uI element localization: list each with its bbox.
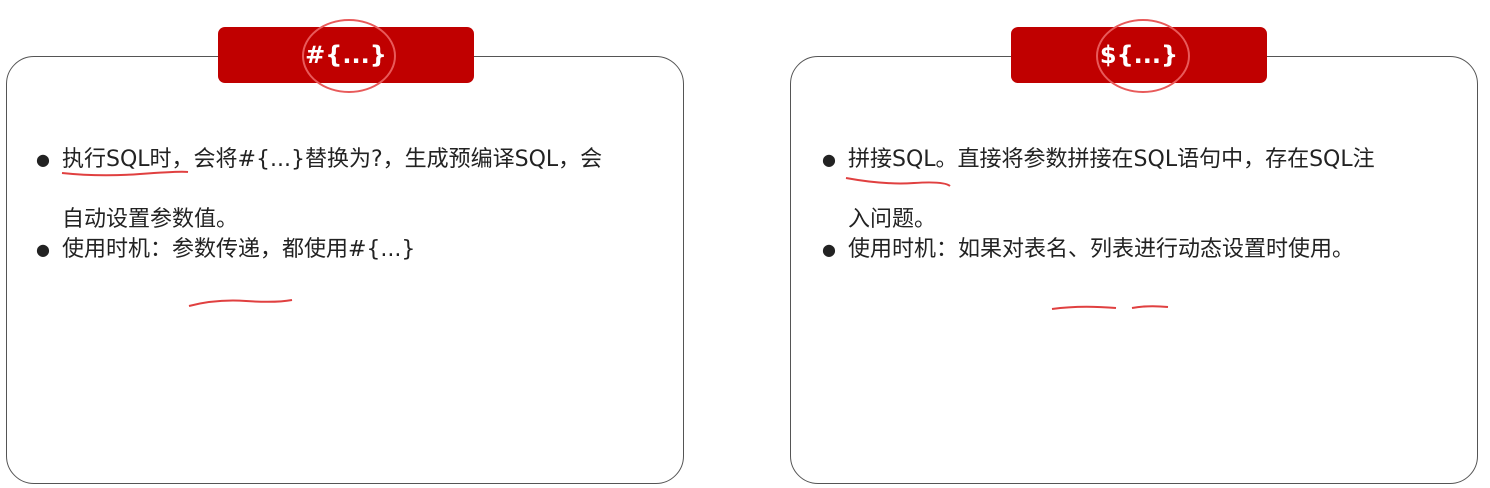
list-item-text: 使用时机：参数传递，都使用#{...} <box>62 237 416 262</box>
dollar-placeholder-tag: ${...} <box>1011 27 1267 83</box>
bullet-icon: ● <box>36 150 50 169</box>
list-item-text: 执行SQL时，会将#{...}替换为?，生成预编译SQL，会 <box>62 147 603 172</box>
list-item: ● 使用时机：如果对表名、列表进行动态设置时使用。 <box>822 235 1462 265</box>
dollar-placeholder-card <box>790 56 1478 484</box>
hash-placeholder-list: ● 执行SQL时，会将#{...}替换为?，生成预编译SQL，会 自动设置参数值… <box>36 145 666 265</box>
bullet-icon: ● <box>36 240 50 259</box>
bullet-icon: ● <box>822 150 836 169</box>
dollar-placeholder-tag-label: ${...} <box>1099 41 1179 69</box>
list-item: ● 执行SQL时，会将#{...}替换为?，生成预编译SQL，会 自动设置参数值… <box>36 145 666 235</box>
list-item-text: 使用时机：如果对表名、列表进行动态设置时使用。 <box>848 237 1355 262</box>
list-item: ● 拼接SQL。直接将参数拼接在SQL语句中，存在SQL注 入问题。 <box>822 145 1462 235</box>
dollar-placeholder-list: ● 拼接SQL。直接将参数拼接在SQL语句中，存在SQL注 入问题。 ● 使用时… <box>822 145 1462 265</box>
hash-placeholder-card <box>6 56 684 484</box>
bullet-icon: ● <box>822 240 836 259</box>
list-item-text: 拼接SQL。直接将参数拼接在SQL语句中，存在SQL注 <box>848 147 1375 172</box>
list-item: ● 使用时机：参数传递，都使用#{...} <box>36 235 666 265</box>
hash-placeholder-tag: #{...} <box>218 27 474 83</box>
list-item-text-continued: 自动设置参数值。 <box>62 207 239 232</box>
list-item-text-continued: 入问题。 <box>848 207 937 232</box>
hash-placeholder-tag-label: #{...} <box>305 41 387 69</box>
